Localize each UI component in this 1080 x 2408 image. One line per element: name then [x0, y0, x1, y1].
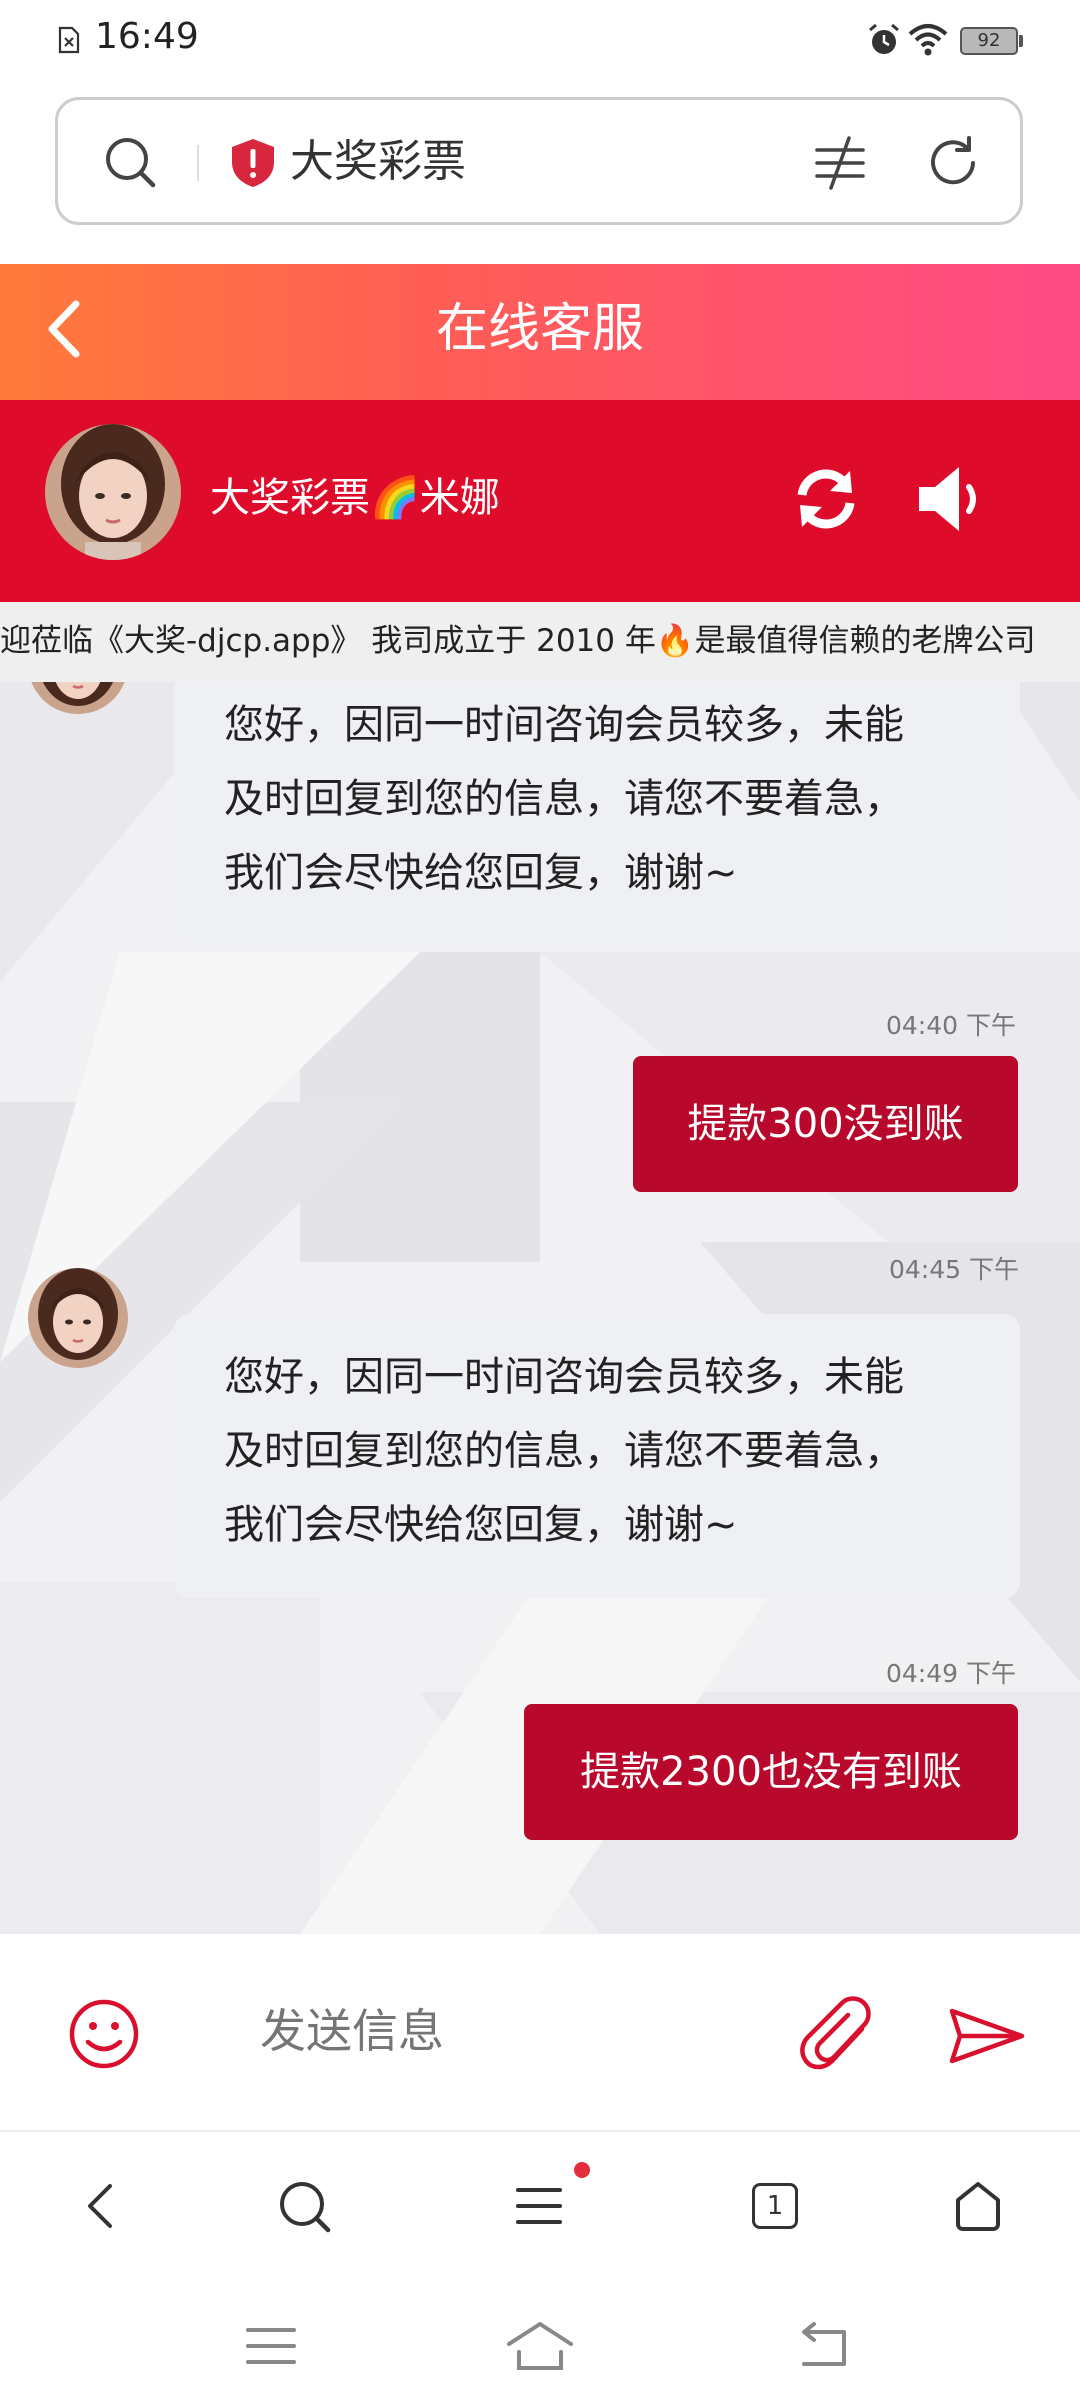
filter-icon[interactable]	[811, 134, 869, 192]
message-timestamp: 04:40 下午	[886, 1011, 1016, 1040]
agent-avatar	[45, 424, 181, 560]
recent-apps-icon[interactable]	[236, 2318, 306, 2374]
wifi-icon	[908, 24, 948, 56]
status-time: 16:49	[95, 16, 199, 57]
chat-title: 在线客服	[435, 299, 644, 359]
notification-dot	[574, 2162, 590, 2178]
tabs-icon[interactable]: 1	[752, 2183, 798, 2229]
no-sim-icon	[58, 26, 80, 54]
incoming-message: 您好，因同一时间咨询会员较多，未能 及时回复到您的信息，请您不要着急， 我们会尽…	[174, 682, 1020, 948]
refresh-icon[interactable]	[790, 463, 862, 535]
incoming-message: 您好，因同一时间咨询会员较多，未能 及时回复到您的信息，请您不要着急， 我们会尽…	[174, 1314, 1020, 1598]
menu-icon[interactable]	[510, 2176, 570, 2236]
search-icon[interactable]	[274, 2176, 334, 2236]
emoji-icon[interactable]	[68, 1998, 140, 2070]
search-icon[interactable]	[103, 135, 157, 189]
url-bar[interactable]	[55, 97, 1023, 225]
speaker-icon[interactable]	[915, 463, 991, 535]
battery-tip	[1019, 35, 1023, 47]
back-icon[interactable]	[72, 2176, 132, 2236]
chat-messages[interactable]: 您好，因同一时间咨询会员较多，未能 及时回复到您的信息，请您不要着急， 我们会尽…	[0, 682, 1080, 1934]
outgoing-message: 提款2300也没有到账	[524, 1704, 1018, 1840]
message-timestamp: 04:49 下午	[886, 1659, 1016, 1688]
home-icon[interactable]	[948, 2176, 1008, 2236]
agent-message-avatar	[28, 1268, 128, 1368]
message-line: 及时回复到您的信息，请您不要着急，	[224, 776, 904, 822]
message-timestamp: 04:45 下午	[889, 1255, 1019, 1284]
reload-icon[interactable]	[924, 134, 982, 192]
shield-icon	[232, 139, 274, 187]
message-line: 您好，因同一时间咨询会员较多，未能	[224, 1354, 904, 1400]
tab-count: 1	[766, 2191, 784, 2221]
send-icon[interactable]	[948, 2005, 1026, 2067]
message-line: 您好，因同一时间咨询会员较多，未能	[224, 702, 904, 748]
alarm-icon	[869, 23, 899, 54]
outgoing-message: 提款300没到账	[633, 1056, 1018, 1192]
agent-name: 大奖彩票🌈米娜	[210, 475, 500, 521]
url-divider	[197, 145, 199, 181]
message-line: 及时回复到您的信息，请您不要着急，	[224, 1428, 904, 1474]
message-line: 我们会尽快给您回复，谢谢~	[224, 1502, 738, 1548]
system-home-icon[interactable]	[505, 2318, 575, 2374]
attach-icon[interactable]	[800, 1995, 876, 2075]
url-title[interactable]: 大奖彩票	[290, 134, 466, 190]
message-line: 我们会尽快给您回复，谢谢~	[224, 850, 738, 896]
battery-level: 92	[977, 30, 1001, 51]
marquee-text: 迎莅临《大奖-djcp.app》 我司成立于 2010 年🔥是最值得信赖的老牌公…	[0, 623, 1036, 659]
message-input[interactable]	[260, 1996, 760, 2066]
system-back-icon[interactable]	[788, 2318, 858, 2374]
